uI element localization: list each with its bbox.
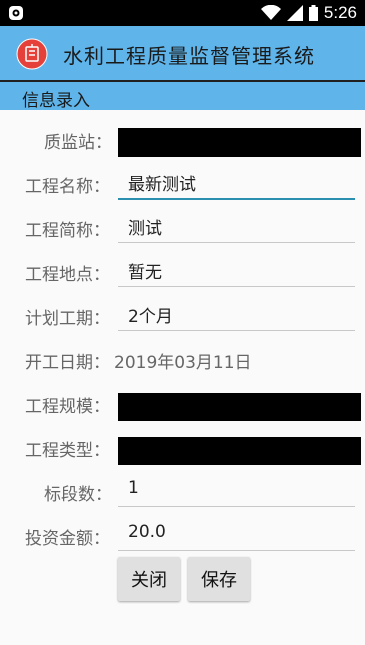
row-project-abbr: 工程简称： 测试: [0, 208, 365, 248]
project-scale-field-redacted[interactable]: [118, 393, 361, 421]
project-location-label: 工程地点：: [25, 265, 110, 285]
project-abbr-value: 测试: [128, 219, 162, 239]
section-title: 信息录入: [22, 91, 90, 111]
close-button[interactable]: 关闭: [118, 557, 180, 601]
section-count-value: 1: [128, 478, 139, 498]
investment-label: 投资金额：: [25, 529, 110, 549]
project-location-value: 暂无: [128, 263, 162, 283]
planned-duration-label: 计划工期：: [25, 309, 110, 329]
project-abbr-label: 工程简称：: [25, 221, 110, 241]
row-section-count: 标段数： 1: [0, 472, 365, 512]
project-abbr-field[interactable]: 测试: [118, 208, 355, 243]
notification-icon: [9, 6, 23, 20]
project-type-label: 工程类型：: [25, 441, 110, 461]
row-project-name: 工程名称： 最新测试: [0, 164, 365, 204]
quality-station-field-redacted[interactable]: [118, 128, 361, 157]
signal-icon: [286, 5, 303, 21]
project-scale-label: 工程规模：: [25, 397, 110, 417]
wifi-icon: [260, 5, 281, 20]
investment-field[interactable]: 20.0: [118, 516, 355, 551]
app-title: 水利工程质量监督管理系统: [63, 44, 315, 68]
row-project-location: 工程地点： 暂无: [0, 252, 365, 292]
project-location-field[interactable]: 暂无: [118, 252, 355, 287]
start-date-value[interactable]: 2019年03月11日: [114, 348, 252, 373]
project-name-label: 工程名称：: [25, 177, 110, 197]
investment-value: 20.0: [128, 522, 166, 542]
project-type-field-redacted[interactable]: [118, 437, 361, 465]
project-name-value: 最新测试: [128, 175, 196, 195]
section-header: 信息录入: [0, 82, 365, 111]
project-name-field[interactable]: 最新测试: [118, 164, 355, 200]
row-investment: 投资金额： 20.0: [0, 516, 365, 556]
status-bar: 5:26: [0, 0, 365, 26]
section-count-field[interactable]: 1: [118, 472, 355, 507]
status-time: 5:26: [323, 3, 357, 22]
row-start-date: 开工日期： 2019年03月11日: [0, 340, 365, 380]
start-date-label: 开工日期：: [25, 353, 110, 373]
app-logo-icon: [16, 38, 48, 70]
row-planned-duration: 计划工期： 2个月: [0, 296, 365, 336]
battery-icon: [308, 5, 318, 21]
quality-station-label: 质监站：: [44, 133, 112, 153]
section-count-label: 标段数：: [44, 485, 112, 505]
app-bar: 水利工程质量监督管理系统: [0, 26, 365, 80]
planned-duration-field[interactable]: 2个月: [118, 296, 355, 331]
save-button[interactable]: 保存: [188, 557, 250, 601]
planned-duration-value: 2个月: [128, 307, 173, 327]
